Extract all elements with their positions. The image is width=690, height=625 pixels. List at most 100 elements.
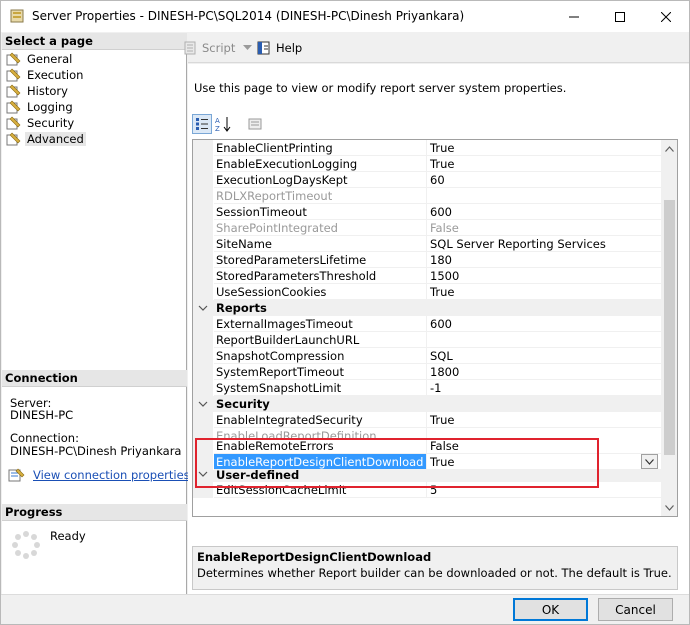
close-button[interactable] xyxy=(643,1,689,32)
page-item-general[interactable]: General xyxy=(6,51,72,67)
page-label: Execution xyxy=(27,68,84,82)
property-value[interactable] xyxy=(427,332,661,348)
page-label: History xyxy=(27,84,68,98)
property-value[interactable]: SQL xyxy=(427,348,661,364)
property-value[interactable]: False xyxy=(427,220,661,236)
property-row-stored-parameters-lifetime[interactable]: StoredParametersLifetime 180 xyxy=(193,252,661,268)
property-row-edit-session-cache-limit[interactable]: EditSessionCacheLimit 5 xyxy=(193,482,661,498)
cancel-button[interactable]: Cancel xyxy=(598,598,673,621)
property-grid-toolbar: A Z xyxy=(192,111,272,137)
page-item-logging[interactable]: Logging xyxy=(6,99,73,115)
property-value[interactable] xyxy=(427,428,661,438)
property-row-use-session-cookies[interactable]: UseSessionCookies True xyxy=(193,284,661,300)
connection-label: Connection: xyxy=(10,431,79,445)
property-value[interactable]: False xyxy=(427,438,661,454)
wrench-page-icon xyxy=(6,100,21,114)
chevron-down-icon xyxy=(645,458,654,465)
page-item-security[interactable]: Security xyxy=(6,115,74,131)
property-row-enable-integrated-security[interactable]: EnableIntegratedSecurity True xyxy=(193,412,661,428)
page-item-execution[interactable]: Execution xyxy=(6,67,83,83)
page-item-history[interactable]: History xyxy=(6,83,68,99)
left-pane: Select a page General Execution History … xyxy=(2,33,190,594)
property-value[interactable]: 180 xyxy=(427,252,661,268)
category-reports[interactable]: Reports xyxy=(193,300,661,316)
property-value[interactable]: 1500 xyxy=(427,268,661,284)
property-grid-scrollbar[interactable] xyxy=(661,140,677,516)
property-value[interactable]: True xyxy=(427,412,661,428)
property-value[interactable]: True xyxy=(427,140,661,156)
view-connection-properties-text[interactable]: View connection properties xyxy=(33,468,190,482)
property-row-enable-execution-logging[interactable]: EnableExecutionLogging True xyxy=(193,156,661,172)
category-user-defined[interactable]: User-defined xyxy=(193,470,661,482)
property-row-external-images-timeout[interactable]: ExternalImagesTimeout 600 xyxy=(193,316,661,332)
property-row-report-builder-launch-url[interactable]: ReportBuilderLaunchURL xyxy=(193,332,661,348)
property-grid[interactable]: EnableClientPrinting True EnableExecution… xyxy=(192,139,678,517)
property-row-enable-client-printing[interactable]: EnableClientPrinting True xyxy=(193,140,661,156)
script-button[interactable]: Script xyxy=(183,40,253,56)
title-bar[interactable]: Server Properties - DINESH-PC\SQL2014 (D… xyxy=(1,1,689,32)
property-row-stored-parameters-threshold[interactable]: StoredParametersThreshold 1500 xyxy=(193,268,661,284)
scroll-up-button[interactable] xyxy=(661,140,677,157)
property-name: StoredParametersThreshold xyxy=(214,268,427,284)
server-properties-icon xyxy=(10,9,24,23)
property-row-rdlx-report-timeout[interactable]: RDLXReportTimeout xyxy=(193,188,661,204)
property-value[interactable]: -1 xyxy=(427,380,661,396)
property-name: ExecutionLogDaysKept xyxy=(214,172,427,188)
property-row-sharepoint-integrated[interactable]: SharePointIntegrated False xyxy=(193,220,661,236)
property-name: ExternalImagesTimeout xyxy=(214,316,427,332)
property-row-system-snapshot-limit[interactable]: SystemSnapshotLimit -1 xyxy=(193,380,661,396)
property-name: EnableLoadReportDefinition xyxy=(214,428,427,438)
page-item-advanced[interactable]: Advanced xyxy=(6,131,86,147)
property-value[interactable]: True xyxy=(427,284,661,300)
scroll-thumb[interactable] xyxy=(664,200,675,455)
script-label: Script xyxy=(202,41,236,55)
close-icon xyxy=(661,11,671,22)
property-value[interactable]: 1800 xyxy=(427,364,661,380)
property-row-execution-log-days-kept[interactable]: ExecutionLogDaysKept 60 xyxy=(193,172,661,188)
category-security[interactable]: Security xyxy=(193,396,661,412)
ok-button[interactable]: OK xyxy=(513,598,588,621)
content-area: Use this page to view or modify report s… xyxy=(188,64,689,594)
property-value[interactable]: 600 xyxy=(427,204,661,220)
script-icon xyxy=(184,41,196,55)
chevron-down-icon xyxy=(243,45,253,50)
progress-header: Progress xyxy=(2,504,187,521)
collapse-chevron-icon[interactable] xyxy=(197,301,209,315)
chevron-down-icon xyxy=(665,504,674,511)
property-pages-button[interactable] xyxy=(245,114,265,134)
connection-properties-icon xyxy=(8,468,25,482)
help-button[interactable]: Help xyxy=(256,40,302,56)
view-connection-properties-link[interactable]: View connection properties xyxy=(8,467,190,483)
page-label: Logging xyxy=(27,100,73,114)
property-value[interactable]: 5 xyxy=(427,482,661,498)
property-value[interactable]: SQL Server Reporting Services xyxy=(427,236,661,252)
property-row-enable-remote-errors[interactable]: EnableRemoteErrors False xyxy=(193,438,661,454)
property-value[interactable]: 60 xyxy=(427,172,661,188)
property-name: SharePointIntegrated xyxy=(214,220,427,236)
property-pages-icon xyxy=(248,118,262,130)
property-help-panel: EnableReportDesignClientDownload Determi… xyxy=(192,546,678,590)
collapse-chevron-icon[interactable] xyxy=(197,470,209,481)
property-value[interactable]: True xyxy=(427,454,661,470)
property-row-session-timeout[interactable]: SessionTimeout 600 xyxy=(193,204,661,220)
property-row-enable-report-design-client-download[interactable]: EnableReportDesignClientDownload True xyxy=(193,454,661,470)
value-dropdown-button[interactable] xyxy=(641,454,658,469)
categorized-view-button[interactable] xyxy=(192,114,212,134)
minimize-button[interactable] xyxy=(551,1,597,32)
property-row-site-name[interactable]: SiteName SQL Server Reporting Services xyxy=(193,236,661,252)
property-value[interactable]: True xyxy=(427,156,661,172)
collapse-chevron-icon[interactable] xyxy=(197,397,209,411)
server-value: DINESH-PC xyxy=(10,408,74,422)
scroll-down-button[interactable] xyxy=(661,499,677,516)
property-row-snapshot-compression[interactable]: SnapshotCompression SQL xyxy=(193,348,661,364)
property-value[interactable]: 600 xyxy=(427,316,661,332)
page-label: Security xyxy=(27,116,75,130)
wrench-page-icon xyxy=(6,68,21,82)
category-label: User-defined xyxy=(216,470,300,482)
alphabetical-sort-button[interactable]: A Z xyxy=(213,114,233,134)
property-row-system-report-timeout[interactable]: SystemReportTimeout 1800 xyxy=(193,364,661,380)
property-value[interactable] xyxy=(427,188,661,204)
property-row-enable-load-report-definition[interactable]: EnableLoadReportDefinition xyxy=(193,428,661,438)
maximize-button[interactable] xyxy=(597,1,643,32)
property-name: SiteName xyxy=(214,236,427,252)
